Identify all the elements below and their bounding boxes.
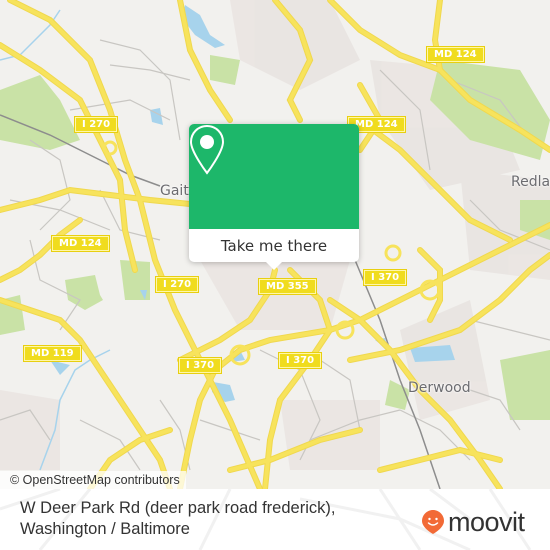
moovit-pin-icon	[422, 510, 444, 534]
place-label-derwood: Derwood	[408, 380, 471, 396]
location-title: W Deer Park Rd (deer park road frederick…	[20, 498, 335, 540]
place-label-redland: Redlan	[511, 174, 550, 190]
road-label-i370-south: I 370	[277, 352, 323, 369]
road-label-i270-south: I 270	[154, 276, 200, 293]
location-title-line2: Washington / Baltimore	[20, 520, 190, 538]
road-label-i370-mid: I 370	[177, 357, 223, 374]
road-label-md124-top: MD 124	[426, 46, 485, 63]
location-popup: Take me there	[189, 124, 359, 270]
road-label-i270-north: I 270	[73, 116, 119, 133]
popup-header	[189, 124, 359, 229]
moovit-logo[interactable]: moovit	[421, 507, 525, 537]
map-attribution[interactable]: © OpenStreetMap contributors	[0, 471, 186, 489]
location-title-line1: W Deer Park Rd (deer park road frederick…	[20, 499, 336, 517]
road-label-md119: MD 119	[23, 345, 82, 362]
road-label-md355: MD 355	[258, 278, 317, 295]
take-me-there-button[interactable]: Take me there	[189, 229, 359, 262]
map-view[interactable]: I 270 MD 124 MD 124 MD 124 I 270 MD 355 …	[0, 0, 550, 489]
location-pin-icon	[189, 124, 225, 175]
popup-pointer	[265, 261, 283, 270]
road-label-md124-west: MD 124	[51, 235, 110, 252]
moovit-wordmark: moovit	[448, 507, 525, 537]
road-label-i370-east: I 370	[362, 269, 408, 286]
